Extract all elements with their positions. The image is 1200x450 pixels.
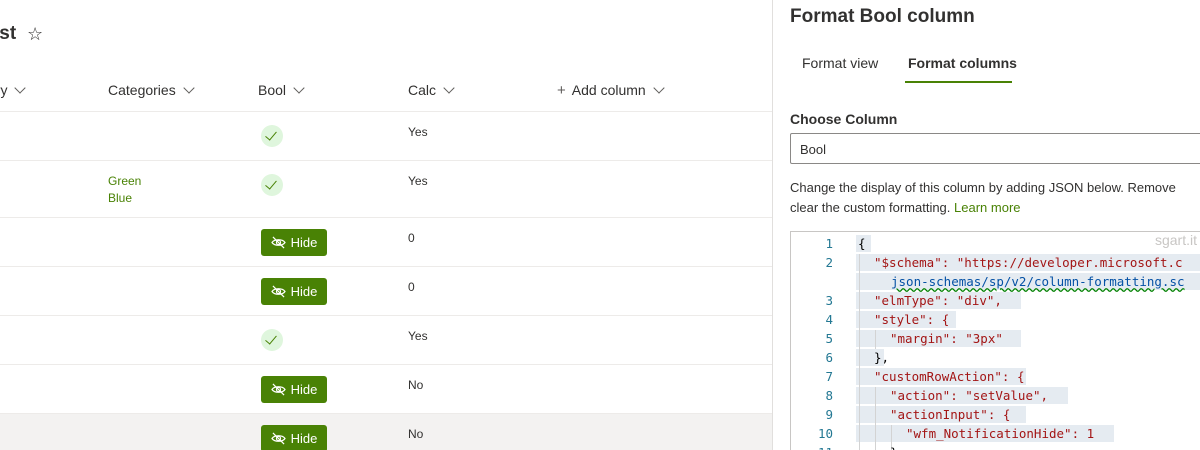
check-icon — [261, 174, 283, 196]
add-column-label: Add column — [571, 82, 646, 98]
line-number: 6 — [825, 350, 833, 365]
list-title: ist — [0, 23, 17, 44]
chevron-down-icon — [183, 82, 195, 94]
panel-title: Format Bool column — [790, 6, 975, 27]
code-line: "style": { — [874, 312, 950, 327]
check-icon — [261, 329, 283, 351]
tab-format-view[interactable]: Format view — [802, 55, 878, 71]
watermark: sgart.it — [1154, 232, 1197, 248]
row-divider — [0, 266, 772, 267]
hide-button-label: Hide — [290, 382, 318, 397]
line-number: 2 — [825, 255, 833, 270]
code-line: "elmType": "div", — [874, 293, 1002, 308]
hide-button-label: Hide — [290, 235, 318, 250]
chevron-down-icon — [653, 82, 665, 94]
chevron-down-icon — [293, 82, 305, 94]
column-header-label: Bool — [258, 82, 287, 98]
choose-column-dropdown[interactable]: Bool — [790, 133, 1200, 164]
code-line: }, — [874, 350, 890, 365]
line-number: 4 — [825, 312, 833, 327]
star-icon[interactable]: ☆ — [27, 24, 43, 45]
code-line: } — [890, 445, 898, 450]
category-tag: Blue — [108, 191, 133, 205]
code-line: "action": "setValue", — [890, 388, 1049, 403]
code-line: "actionInput": { — [890, 407, 1011, 422]
code-line: { — [858, 236, 866, 251]
tab-format-columns[interactable]: Format columns — [908, 55, 1017, 71]
indent-guide — [859, 254, 860, 450]
hide-button[interactable]: Hide — [261, 425, 327, 450]
line-number: 7 — [825, 369, 833, 384]
code-line-wrap: json-schemas/sp/v2/column-formatting.sc — [891, 274, 1185, 289]
code-line: "$schema": "https://developer.microsoft.… — [874, 255, 1183, 270]
calc-cell: No — [408, 378, 424, 392]
eye-off-icon — [270, 285, 286, 298]
eye-off-icon — [270, 236, 286, 249]
line-number: 11 — [791, 445, 833, 450]
description-text: Change the display of this column by add… — [790, 178, 1200, 218]
line-number: 1 — [825, 236, 833, 251]
hide-button[interactable]: Hide — [261, 229, 327, 256]
indent-guide — [875, 387, 876, 450]
column-header-label: ory — [0, 82, 8, 98]
line-number: 10 — [817, 426, 833, 441]
calc-cell: 0 — [408, 280, 415, 294]
row-divider — [0, 111, 772, 112]
line-number: 9 — [825, 407, 833, 422]
indent-guide — [875, 330, 876, 349]
code-line: "wfm_NotificationHide": 1 — [906, 426, 1095, 441]
column-header-categories[interactable]: Categories — [108, 82, 195, 98]
code-line: "margin": "3px" — [890, 331, 1003, 346]
calc-cell: 0 — [408, 231, 415, 245]
description-line: Change the display of this column by add… — [790, 180, 1176, 195]
choose-column-label: Choose Column — [790, 111, 898, 127]
description-line: clear the custom formatting. — [790, 200, 951, 215]
line-number: 3 — [825, 293, 833, 308]
code-line: "customRowAction": { — [874, 369, 1025, 384]
calc-cell: Yes — [408, 174, 428, 188]
line-number: 5 — [825, 331, 833, 346]
row-divider — [0, 364, 772, 365]
check-icon — [261, 125, 283, 147]
schema-link[interactable]: json-schemas/sp/v2/column-formatting.sc — [891, 274, 1185, 289]
chevron-down-icon — [443, 82, 455, 94]
code-line-text: "$schema": "https://developer.microsoft.… — [874, 255, 1183, 270]
list-view: ist ☆ ory Categories Bool Calc + Add colu… — [0, 0, 772, 450]
hide-button[interactable]: Hide — [261, 376, 327, 403]
column-header-label: Calc — [408, 82, 437, 98]
column-header-category[interactable]: ory — [0, 82, 27, 98]
calc-cell: No — [408, 427, 424, 441]
hide-button-label: Hide — [290, 431, 318, 446]
calc-cell: Yes — [408, 125, 428, 139]
line-number: 8 — [825, 388, 833, 403]
hide-button-label: Hide — [290, 284, 318, 299]
column-header-label: Categories — [108, 82, 176, 98]
format-column-panel: Format Bool column Format view Format co… — [772, 0, 1200, 450]
learn-more-link[interactable]: Learn more — [954, 200, 1020, 215]
calc-cell: Yes — [408, 329, 428, 343]
row-divider — [0, 413, 772, 414]
category-tag: Green — [108, 174, 142, 188]
row-divider — [0, 160, 772, 161]
add-column-button[interactable]: + Add column — [557, 82, 665, 99]
row-divider — [0, 217, 772, 218]
plus-icon: + — [557, 82, 566, 99]
description-line-2: clear the custom formatting. Learn more — [790, 198, 1200, 218]
active-tab-indicator — [905, 81, 1012, 83]
row-divider — [0, 315, 772, 316]
eye-off-icon — [270, 432, 286, 445]
categories-cell: Green Blue — [108, 173, 141, 207]
column-header-calc[interactable]: Calc — [408, 82, 455, 98]
json-code-editor[interactable]: sgart.it 1 { 2 "$schema": "https://devel… — [790, 231, 1200, 450]
column-header-bool[interactable]: Bool — [258, 82, 305, 98]
chevron-down-icon — [14, 82, 27, 94]
hide-button[interactable]: Hide — [261, 278, 327, 305]
eye-off-icon — [270, 383, 286, 396]
table-row-selected[interactable] — [0, 413, 772, 450]
